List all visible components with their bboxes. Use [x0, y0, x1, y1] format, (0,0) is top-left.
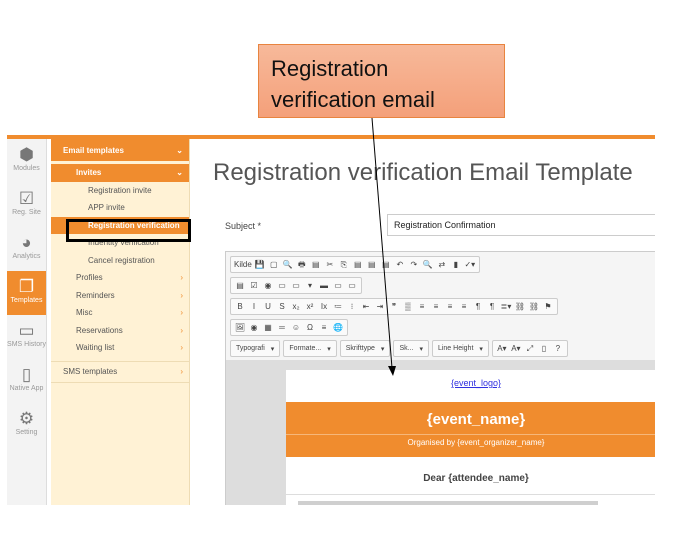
annotation-arrow	[371, 117, 396, 376]
